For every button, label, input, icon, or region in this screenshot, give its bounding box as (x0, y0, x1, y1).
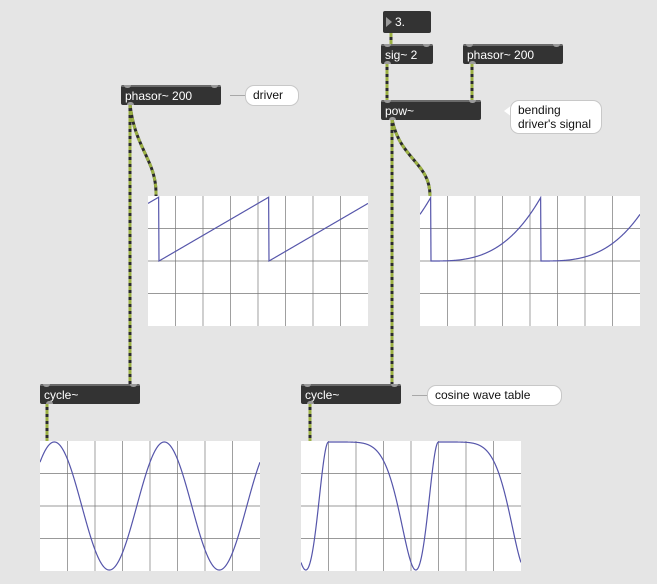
pow-outlet[interactable] (389, 117, 396, 120)
pow-inlet-right[interactable] (469, 100, 476, 103)
number-box[interactable]: 3. (383, 11, 431, 33)
cord-phasor-to-scope-left (128, 103, 158, 197)
scope-phasor-left[interactable] (148, 196, 368, 326)
bending-comment-text: bending driver's signal (518, 103, 591, 131)
phasor-right-object[interactable]: phasor~ 200 (463, 44, 563, 64)
driver-comment[interactable]: driver (245, 85, 299, 106)
cycle-left-inlet-right[interactable] (130, 384, 137, 387)
phasor-left-inlet[interactable] (124, 85, 131, 88)
number-box-triangle-icon (386, 17, 392, 27)
phasor-right-outlet[interactable] (469, 61, 476, 64)
phasor-right-label: phasor~ 200 (467, 48, 535, 62)
cycle-right-label: cycle~ (305, 388, 340, 402)
cord-phasor-to-scope-left-base (128, 103, 158, 197)
driver-comment-tail (230, 95, 246, 96)
cycle-left-label: cycle~ (44, 388, 79, 402)
cycle-right-inlet[interactable] (304, 384, 311, 387)
sig-outlet[interactable] (384, 61, 391, 64)
phasor-left-object[interactable]: phasor~ 200 (121, 85, 221, 105)
pow-object[interactable]: pow~ (381, 100, 481, 120)
phasor-left-inlet-2[interactable] (211, 85, 218, 88)
phasor-right-inlet-2[interactable] (553, 44, 560, 47)
pow-inlet-left[interactable] (384, 100, 391, 103)
phasor-left-outlet[interactable] (127, 102, 134, 105)
cord-pow-to-scope-right (390, 118, 432, 197)
scope-pow-right[interactable] (420, 196, 640, 326)
cycle-right-inlet-right[interactable] (391, 384, 398, 387)
scope-cycle-left[interactable] (40, 441, 260, 571)
phasor-right-inlet[interactable] (466, 44, 473, 47)
cycle-right-outlet[interactable] (307, 401, 314, 404)
pow-label: pow~ (385, 104, 415, 118)
cosine-comment-tail (412, 395, 428, 396)
bending-comment[interactable]: bending driver's signal (510, 100, 602, 134)
cosine-comment[interactable]: cosine wave table (427, 385, 562, 406)
number-box-value: 3. (395, 15, 406, 29)
cosine-comment-text: cosine wave table (435, 388, 531, 402)
phasor-left-label: phasor~ 200 (125, 89, 193, 103)
sig-label: sig~ 2 (385, 48, 418, 62)
sig-inlet-right[interactable] (423, 44, 430, 47)
cycle-right-object[interactable]: cycle~ (301, 384, 401, 404)
scope-cycle-right[interactable] (301, 441, 521, 571)
cycle-left-inlet[interactable] (43, 384, 50, 387)
cycle-left-outlet[interactable] (46, 401, 53, 404)
driver-comment-text: driver (253, 88, 284, 102)
cord-pow-to-scope-right-base (390, 118, 432, 197)
cycle-left-object[interactable]: cycle~ (40, 384, 140, 404)
sig-object[interactable]: sig~ 2 (381, 44, 433, 64)
sig-inlet[interactable] (384, 44, 391, 47)
